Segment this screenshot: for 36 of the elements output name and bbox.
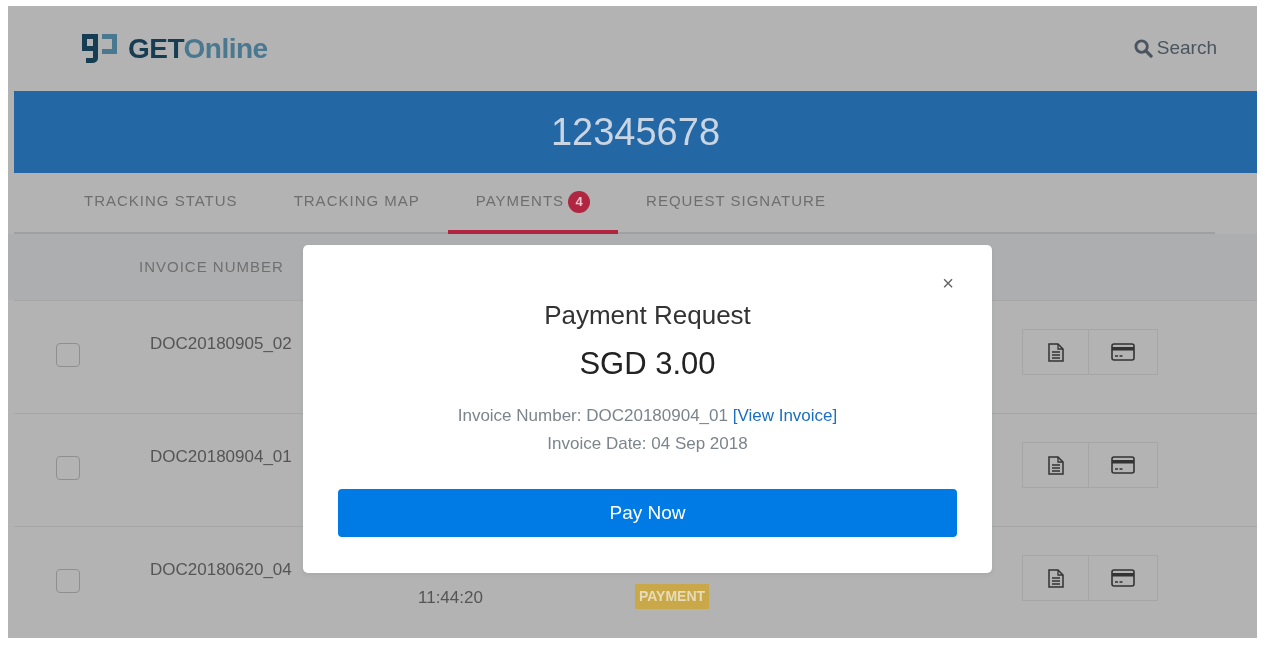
time-text: 11:44:20 xyxy=(418,587,483,609)
logo[interactable]: GETOnline xyxy=(128,27,268,70)
view-invoice-button[interactable] xyxy=(1022,329,1089,375)
view-invoice-link[interactable]: [View Invoice] xyxy=(732,405,838,425)
payment-amount: SGD 3.00 xyxy=(578,345,717,384)
credit-card-icon xyxy=(1111,343,1135,361)
count-badge: 4 xyxy=(568,190,591,213)
search-icon xyxy=(1133,39,1153,58)
pay-button[interactable] xyxy=(1089,442,1158,488)
invoice-number-text: Invoice Number: DOC20180904_01 [View Invoice] xyxy=(456,404,839,427)
pay-button[interactable] xyxy=(1089,329,1158,375)
pay-now-button[interactable]: Pay Now xyxy=(338,489,957,537)
invoice-number: DOC20180905_02 xyxy=(150,333,292,355)
invoice-number: DOC20180904_01 xyxy=(150,446,292,468)
close-button[interactable]: × xyxy=(942,273,954,293)
tab[interactable]: TRACKING MAP xyxy=(265,173,448,234)
status-badge: PAYMENT xyxy=(635,584,710,609)
tab[interactable]: REQUEST SIGNATURE xyxy=(618,173,854,234)
tracking-number: 12345678 xyxy=(550,109,721,155)
row-checkbox[interactable] xyxy=(56,343,80,367)
pay-button[interactable] xyxy=(1089,555,1158,601)
dialog-title: Payment Request xyxy=(544,300,751,332)
document-icon xyxy=(1047,455,1064,475)
invoice-date-text: Invoice Date: 04 Sep 2018 xyxy=(546,432,749,455)
document-icon xyxy=(1047,342,1064,362)
row-checkbox[interactable] xyxy=(56,569,80,593)
invoice-number: DOC20180620_04 xyxy=(150,559,292,581)
column-header: INVOICE NUMBER xyxy=(139,256,284,277)
view-invoice-button[interactable] xyxy=(1022,555,1089,601)
tab[interactable]: TRACKING STATUS xyxy=(56,173,266,234)
search-link[interactable]: Search xyxy=(1133,34,1217,63)
credit-card-icon xyxy=(1111,456,1135,474)
view-invoice-button[interactable] xyxy=(1022,442,1089,488)
row-checkbox[interactable] xyxy=(56,456,80,480)
credit-card-icon xyxy=(1111,569,1135,587)
document-icon xyxy=(1047,568,1064,588)
